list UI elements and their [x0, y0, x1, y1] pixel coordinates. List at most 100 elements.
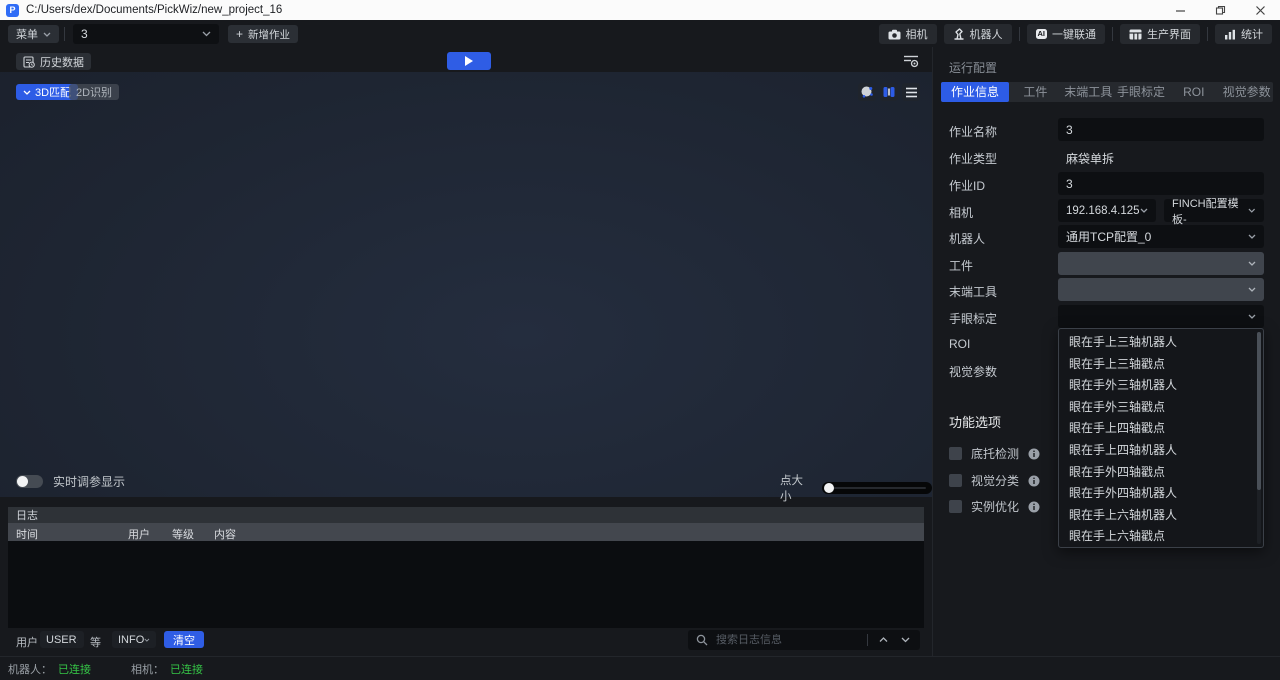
tab-job-info[interactable]: 作业信息	[941, 82, 1009, 102]
chevron-down-icon	[202, 31, 211, 37]
search-prev-button[interactable]	[876, 633, 890, 647]
restore-button[interactable]	[1200, 0, 1240, 20]
job-id-label: 作业ID	[949, 177, 985, 194]
chevron-down-icon	[1248, 234, 1256, 239]
viewport-menu-button[interactable]	[902, 83, 920, 101]
job-selector[interactable]: 3	[73, 24, 219, 44]
robot-status-value: 已连接	[58, 661, 91, 677]
hand-eye-select[interactable]	[1058, 305, 1264, 328]
log-col-content: 内容	[214, 526, 236, 542]
search-next-button[interactable]	[898, 633, 912, 647]
scrollbar-thumb[interactable]	[1257, 332, 1261, 490]
tab-roi[interactable]: ROI	[1167, 82, 1220, 102]
divider	[867, 634, 868, 646]
split-view-icon	[882, 85, 896, 99]
dropdown-option[interactable]: 眼在手上六轴戳点	[1059, 526, 1263, 548]
status-bar: 机器人： 已连接 相机： 已连接	[0, 656, 1280, 680]
3d-viewport[interactable]: 3D匹配 2D识别 实时调参显示 点大小	[0, 72, 932, 497]
config-panel-title: 运行配置	[949, 59, 997, 76]
split-view-button[interactable]	[880, 83, 898, 101]
camera-icon	[888, 29, 901, 40]
dropdown-option[interactable]: 眼在手上四轴机器人	[1059, 440, 1263, 462]
robot-arm-icon	[953, 28, 965, 40]
tab-2d-recognition[interactable]: 2D识别	[69, 84, 119, 100]
end-tool-select[interactable]	[1058, 278, 1264, 301]
robot-button[interactable]: 机器人	[944, 24, 1012, 44]
workspace-toolbar: 历史数据	[0, 47, 932, 72]
tab-end-tool[interactable]: 末端工具	[1062, 82, 1115, 102]
robot-config-select[interactable]: 通用TCP配置_0	[1058, 225, 1264, 248]
chevron-down-icon	[77, 638, 78, 642]
point-cloud-view-button[interactable]	[858, 83, 876, 101]
add-job-button[interactable]: + 新增作业	[228, 25, 298, 43]
divider	[1019, 27, 1020, 41]
divider	[1112, 27, 1113, 41]
log-table-body[interactable]	[8, 541, 924, 628]
ai-icon: AI	[1036, 29, 1048, 39]
log-search-input[interactable]	[716, 634, 859, 646]
vision-classify-checkbox[interactable]	[949, 474, 962, 487]
main-menu-button[interactable]: 菜单	[8, 25, 59, 43]
restore-icon	[1215, 5, 1226, 16]
point-size-label: 点大小	[780, 472, 814, 504]
info-icon[interactable]	[1028, 448, 1040, 460]
log-user-filter[interactable]: USER	[40, 631, 84, 648]
job-type-value: 麻袋单拆	[1066, 150, 1114, 167]
log-col-level: 等级	[172, 526, 194, 542]
dropdown-option[interactable]: 眼在手外四轴戳点	[1059, 462, 1263, 484]
window-title: C:/Users/dex/Documents/PickWiz/new_proje…	[26, 4, 282, 16]
tab-workpiece[interactable]: 工件	[1009, 82, 1062, 102]
chevron-down-icon	[43, 32, 51, 37]
job-name-input[interactable]	[1058, 118, 1264, 141]
dropdown-option[interactable]: 眼在手上四轴戳点	[1059, 418, 1263, 440]
chevron-down-icon	[1248, 314, 1256, 319]
dropdown-option[interactable]: 眼在手外四轴机器人	[1059, 483, 1263, 505]
dropdown-option[interactable]: 眼在手外三轴机器人	[1059, 375, 1263, 397]
vision-classify-label: 视觉分类	[971, 472, 1019, 489]
dropdown-option[interactable]: 眼在手上六轴机器人	[1059, 505, 1263, 527]
realtime-param-toggle[interactable]	[16, 475, 43, 488]
hamburger-menu-icon	[905, 87, 918, 98]
title-bar: P C:/Users/dex/Documents/PickWiz/new_pro…	[0, 0, 1280, 20]
hand-eye-dropdown-list: 眼在手上三轴机器人 眼在手上三轴戳点 眼在手外三轴机器人 眼在手外三轴戳点 眼在…	[1058, 328, 1264, 548]
pallet-detection-checkbox[interactable]	[949, 447, 962, 460]
dropdown-option[interactable]: 眼在手上三轴戳点	[1059, 354, 1263, 376]
view-settings-button[interactable]	[901, 52, 921, 70]
log-panel-header: 日志	[8, 507, 924, 523]
info-icon[interactable]	[1028, 501, 1040, 513]
history-data-button[interactable]: 历史数据	[16, 53, 91, 70]
statistics-button[interactable]: 统计	[1215, 24, 1272, 44]
plus-icon: +	[236, 28, 243, 40]
one-key-connect-button[interactable]: AI 一键联通	[1027, 24, 1106, 44]
chevron-down-icon	[1248, 208, 1256, 213]
menu-bar: 菜单 3 + 新增作业 相机 机器人 AI 一键联通 生产界面	[0, 20, 1280, 48]
close-button[interactable]	[1240, 0, 1280, 20]
chevron-down-icon	[23, 90, 31, 95]
dropdown-scrollbar[interactable]	[1257, 332, 1261, 544]
point-size-slider[interactable]	[822, 482, 932, 494]
production-grid-icon	[1129, 29, 1142, 40]
slider-knob[interactable]	[824, 483, 834, 493]
search-icon	[696, 634, 708, 646]
job-id-input[interactable]	[1058, 172, 1264, 195]
production-view-button[interactable]: 生产界面	[1120, 24, 1200, 44]
log-title: 日志	[16, 507, 38, 523]
info-icon[interactable]	[1028, 475, 1040, 487]
instance-optimize-checkbox[interactable]	[949, 500, 962, 513]
tab-hand-eye-calibration[interactable]: 手眼标定	[1115, 82, 1168, 102]
dropdown-option[interactable]: 眼在手外三轴戳点	[1059, 397, 1263, 419]
minimize-button[interactable]	[1160, 0, 1200, 20]
camera-template-select[interactable]: FINCH配置模板-	[1164, 199, 1264, 222]
camera-ip-select[interactable]: 192.168.4.125	[1058, 199, 1156, 222]
log-level-filter[interactable]: INFO	[112, 631, 156, 648]
log-table-header: 时间 用户 等级 内容	[8, 523, 924, 541]
vision-params-label: 视觉参数	[949, 363, 997, 380]
camera-button[interactable]: 相机	[879, 24, 937, 44]
clear-log-button[interactable]: 清空	[164, 631, 204, 648]
workpiece-select[interactable]	[1058, 252, 1264, 275]
log-col-user: 用户	[128, 526, 150, 542]
run-button[interactable]	[447, 52, 491, 70]
settings-list-icon	[903, 54, 919, 68]
dropdown-option[interactable]: 眼在手上三轴机器人	[1059, 332, 1263, 354]
tab-vision-params[interactable]: 视觉参数	[1220, 82, 1273, 102]
